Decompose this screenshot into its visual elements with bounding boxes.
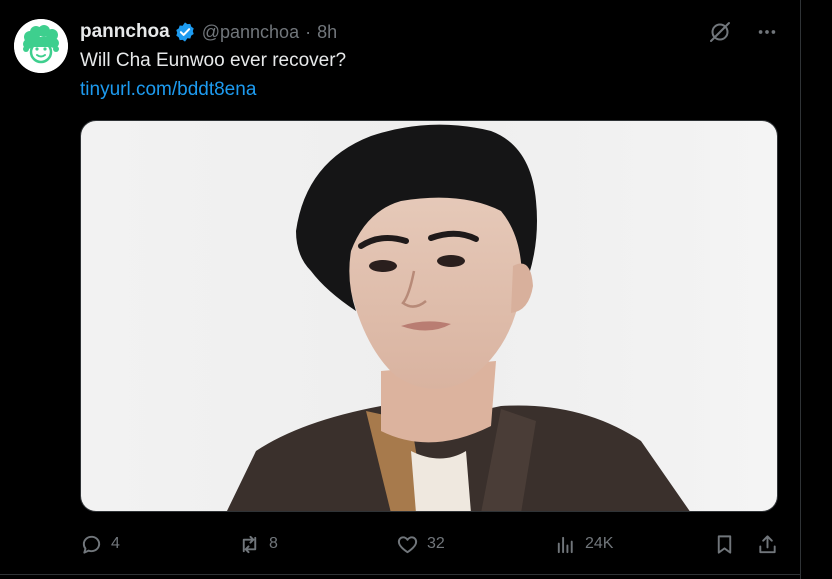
- verified-badge-icon: [176, 22, 194, 42]
- like-button[interactable]: 32: [396, 529, 445, 559]
- handle[interactable]: @pannchoa: [202, 22, 299, 43]
- avatar-logo-icon: [14, 19, 68, 73]
- tweet-link[interactable]: tinyurl.com/bddt8ena: [80, 79, 256, 101]
- separator-dot: ·: [305, 21, 312, 42]
- analytics-icon: [557, 536, 573, 553]
- portrait-photo-image: [81, 121, 777, 511]
- display-name[interactable]: pannchoa: [80, 21, 170, 43]
- tweet-actions: 4 8 32 24K: [80, 529, 780, 559]
- column-border: [800, 0, 801, 579]
- reply-button[interactable]: 4: [80, 529, 120, 559]
- like-count: 32: [427, 535, 445, 552]
- retweet-icon: [242, 535, 257, 553]
- bookmark-button[interactable]: [713, 529, 736, 559]
- share-button[interactable]: [756, 529, 779, 559]
- views-count: 24K: [585, 535, 614, 552]
- timestamp[interactable]: 8h: [317, 22, 337, 43]
- retweet-button[interactable]: 8: [238, 529, 278, 559]
- share-icon: [759, 534, 776, 553]
- grok-icon[interactable]: [708, 20, 732, 44]
- more-icon[interactable]: [756, 21, 778, 43]
- header-actions: [708, 20, 778, 44]
- bookmark-icon: [717, 534, 732, 554]
- reply-count: 4: [111, 535, 120, 552]
- views-button[interactable]: 24K: [554, 529, 613, 559]
- tweet-divider: [0, 574, 800, 575]
- avatar[interactable]: [14, 19, 68, 73]
- reply-icon: [82, 535, 101, 554]
- tweet-header: pannchoa @pannchoa · 8h: [80, 18, 337, 46]
- tweet-text: Will Cha Eunwoo ever recover?: [80, 50, 347, 71]
- tweet-photo[interactable]: [80, 120, 778, 512]
- retweet-count: 8: [269, 535, 278, 552]
- heart-icon: [397, 535, 418, 553]
